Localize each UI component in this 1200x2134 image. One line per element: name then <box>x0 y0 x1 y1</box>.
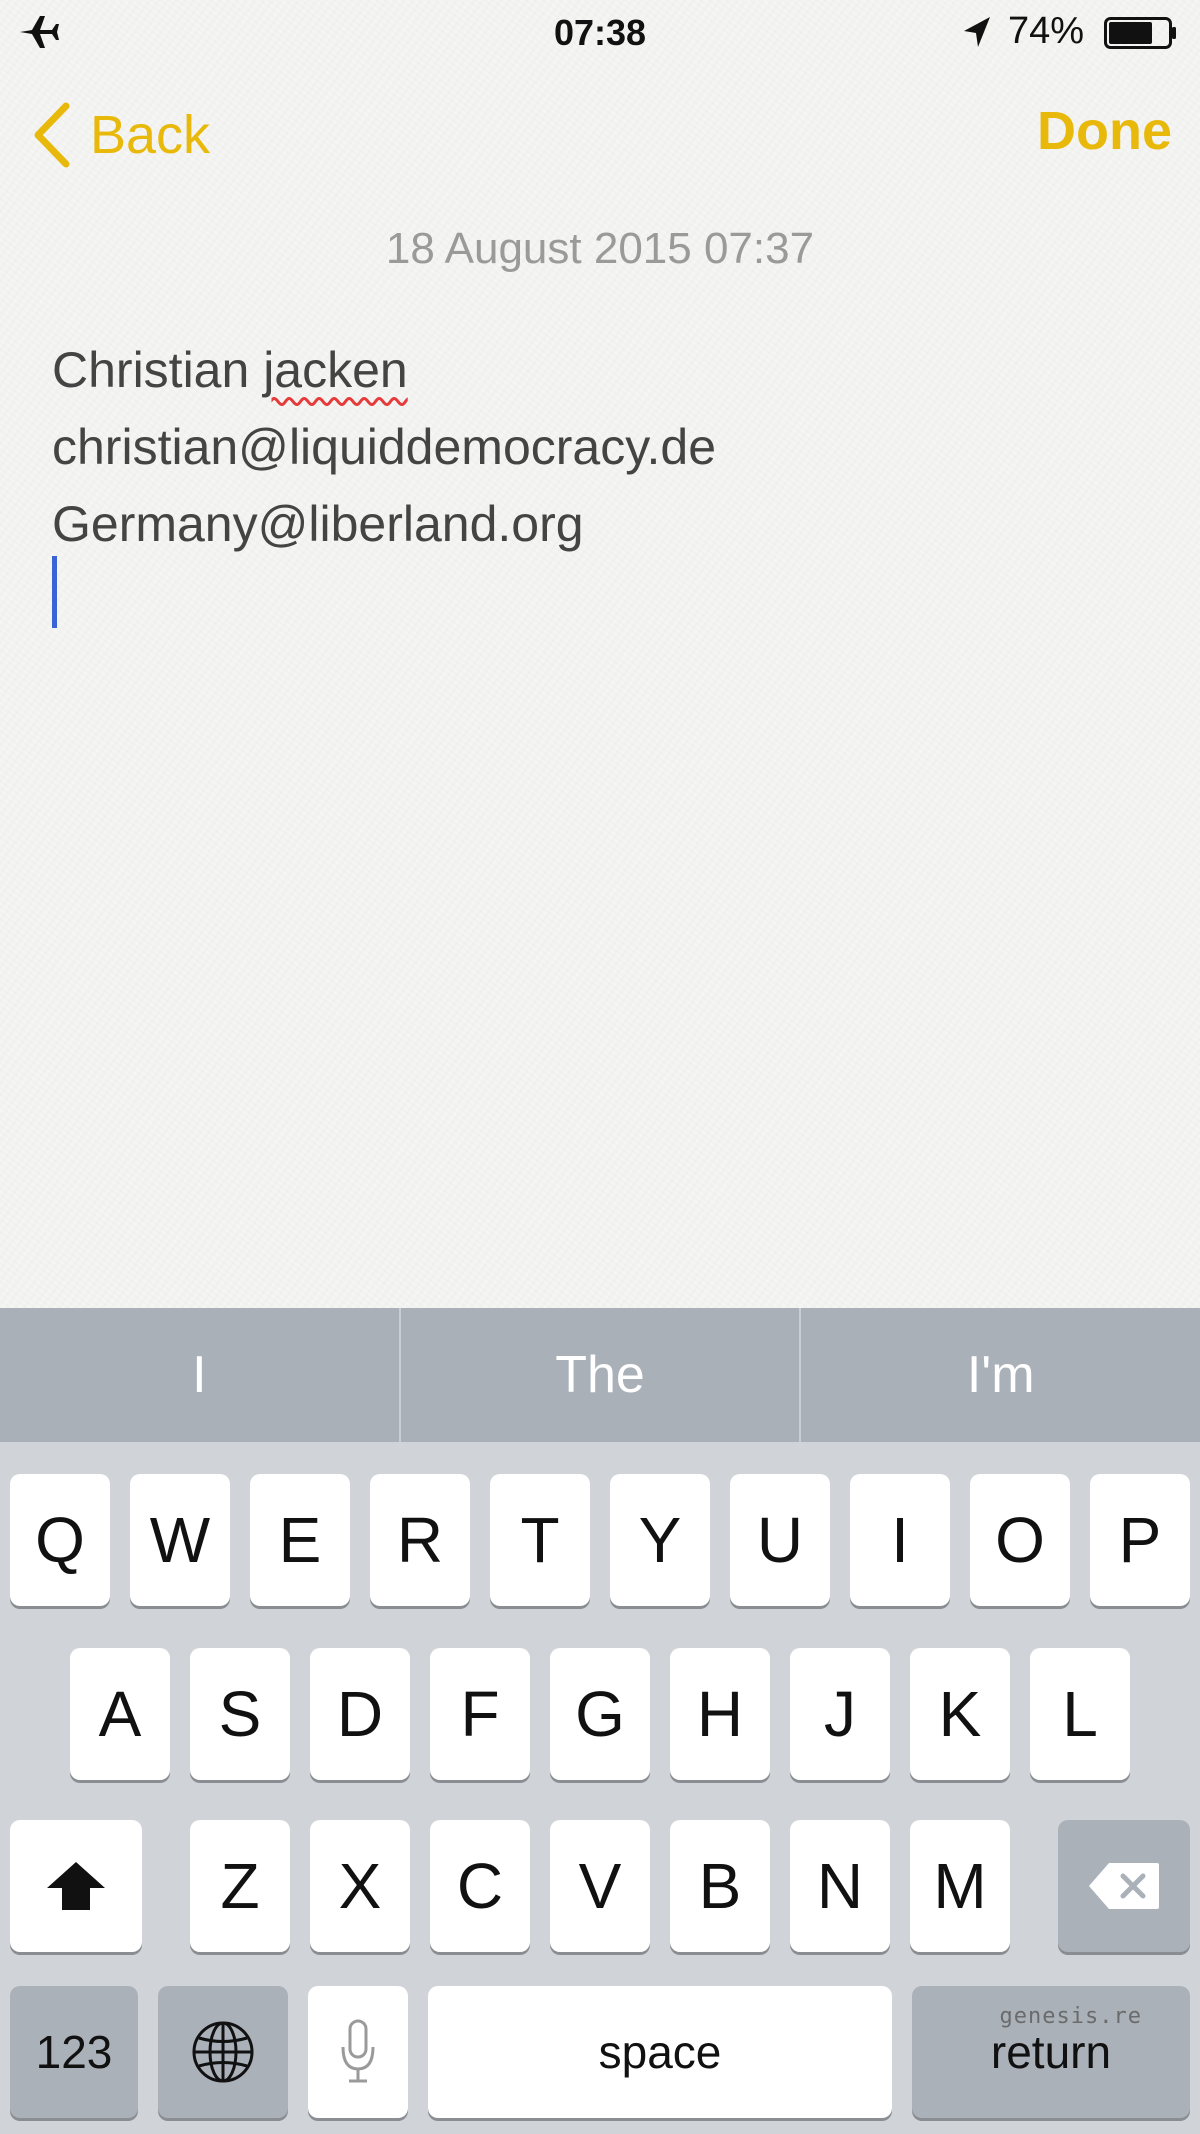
status-bar: 07:38 74% <box>0 0 1200 66</box>
key-o[interactable]: O <box>970 1474 1070 1606</box>
key-t[interactable]: T <box>490 1474 590 1606</box>
key-b[interactable]: B <box>670 1820 770 1952</box>
key-x[interactable]: X <box>310 1820 410 1952</box>
text-cursor <box>52 556 57 628</box>
key-i[interactable]: I <box>850 1474 950 1606</box>
globe-icon <box>192 2021 254 2083</box>
battery-icon <box>1104 17 1176 49</box>
note-text: Christian <box>52 342 264 398</box>
back-label: Back <box>90 105 211 165</box>
key-u[interactable]: U <box>730 1474 830 1606</box>
key-w[interactable]: W <box>130 1474 230 1606</box>
prediction-suggestion[interactable]: I <box>0 1308 399 1442</box>
key-s[interactable]: S <box>190 1648 290 1780</box>
key-f[interactable]: F <box>430 1648 530 1780</box>
location-arrow-icon <box>964 17 990 47</box>
key-h[interactable]: H <box>670 1648 770 1780</box>
key-r[interactable]: R <box>370 1474 470 1606</box>
note-text-area[interactable]: Christian jacken christian@liquiddemocra… <box>52 332 716 563</box>
key-m[interactable]: M <box>910 1820 1010 1952</box>
key-k[interactable]: K <box>910 1648 1010 1780</box>
note-line: Germany@liberland.org <box>52 496 584 552</box>
key-q[interactable]: Q <box>10 1474 110 1606</box>
key-d[interactable]: D <box>310 1648 410 1780</box>
key-g[interactable]: G <box>550 1648 650 1780</box>
microphone-icon <box>341 2019 375 2083</box>
key-n[interactable]: N <box>790 1820 890 1952</box>
shift-arrow-icon <box>47 1862 105 1910</box>
done-button[interactable]: Done <box>1037 100 1172 162</box>
watermark: genesis.re <box>999 2004 1142 2029</box>
key-l[interactable]: L <box>1030 1648 1130 1780</box>
key-z[interactable]: Z <box>190 1820 290 1952</box>
key-c[interactable]: C <box>430 1820 530 1952</box>
note-date: 18 August 2015 07:37 <box>385 224 815 273</box>
numbers-key[interactable]: 123 <box>10 1986 138 2118</box>
key-a[interactable]: A <box>70 1648 170 1780</box>
shift-key[interactable] <box>10 1820 142 1952</box>
key-v[interactable]: V <box>550 1820 650 1952</box>
backspace-icon <box>1089 1863 1159 1909</box>
note-line: Christian jacken <box>52 332 716 409</box>
key-p[interactable]: P <box>1090 1474 1190 1606</box>
battery-percentage: 74% <box>1008 10 1085 52</box>
prediction-suggestion[interactable]: The <box>401 1308 800 1442</box>
battery-fill <box>1109 22 1152 44</box>
misspelled-word[interactable]: jacken <box>263 342 408 398</box>
dictation-key[interactable] <box>308 1986 408 2118</box>
space-key[interactable]: space <box>428 1986 892 2118</box>
note-paper-background <box>0 0 1200 1308</box>
delete-key[interactable] <box>1058 1820 1190 1952</box>
globe-key[interactable] <box>158 1986 288 2118</box>
prediction-suggestion[interactable]: I'm <box>801 1308 1200 1442</box>
key-e[interactable]: E <box>250 1474 350 1606</box>
key-j[interactable]: J <box>790 1648 890 1780</box>
key-y[interactable]: Y <box>610 1474 710 1606</box>
note-line: christian@liquiddemocracy.de <box>52 419 717 475</box>
back-button[interactable]: Back <box>30 98 210 172</box>
chevron-left-icon <box>34 102 70 168</box>
predictive-text-bar: I The I'm <box>0 1308 1200 1442</box>
